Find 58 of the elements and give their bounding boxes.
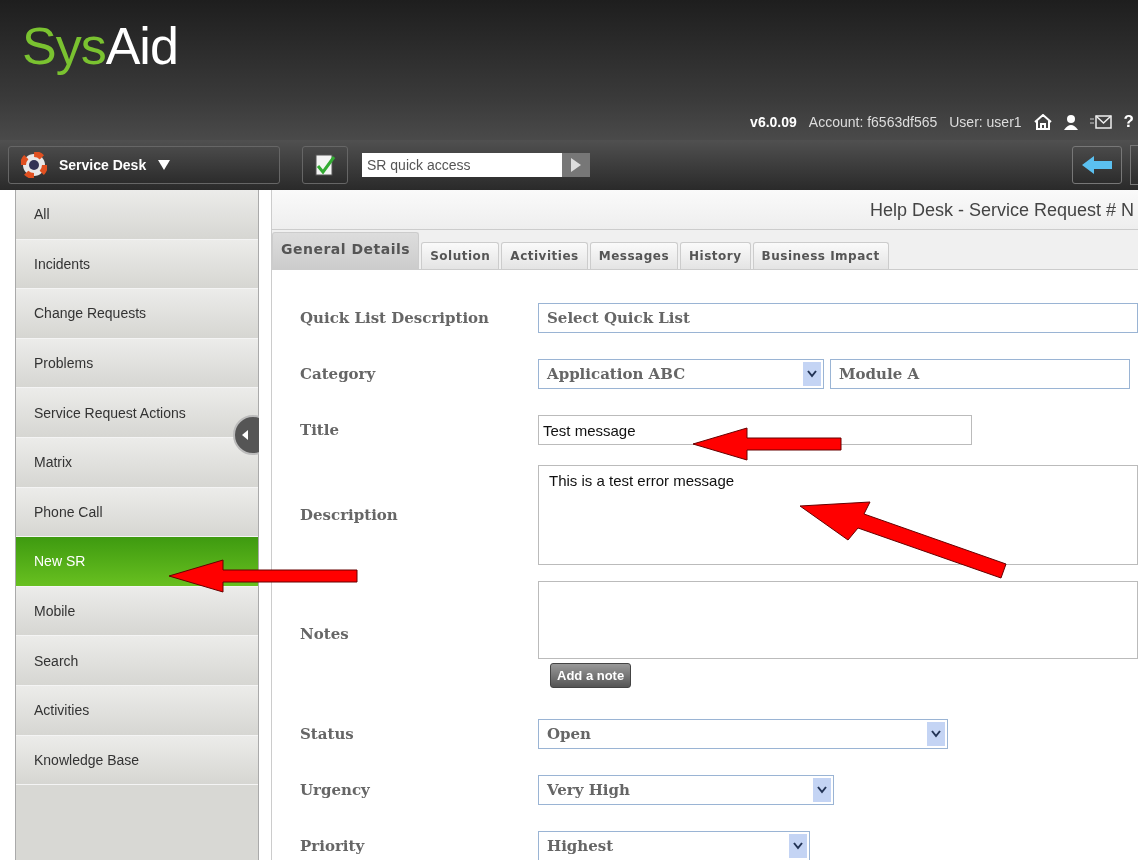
category-dropdown[interactable]: Application ABC — [538, 359, 824, 389]
go-button[interactable] — [562, 153, 590, 177]
field-label: Category — [300, 365, 377, 383]
logo: SysAid — [22, 16, 178, 76]
account-text: Account: f6563df565 — [808, 114, 938, 130]
home-icon[interactable] — [1033, 114, 1052, 130]
title-input[interactable]: Test message — [538, 415, 972, 445]
sidebar-item[interactable]: Activities — [16, 685, 258, 736]
sidebar-item[interactable]: Matrix — [16, 437, 258, 488]
module-menu-button[interactable]: Service Desk — [8, 146, 280, 184]
field-label: Title — [300, 421, 341, 439]
sidebar-item[interactable]: All — [16, 190, 258, 240]
quick-access-field[interactable]: SR quick access — [362, 153, 562, 177]
tab[interactable]: General Details — [272, 232, 420, 269]
back-arrow-icon — [1082, 156, 1112, 174]
field-label: Priority — [300, 837, 366, 855]
clipboard-button[interactable] — [302, 146, 348, 184]
mail-icon[interactable] — [1089, 115, 1112, 129]
field-label: Quick List Description — [300, 309, 491, 327]
subcategory-dropdown[interactable]: Module A — [830, 359, 1130, 389]
tab[interactable]: Solution — [421, 242, 500, 269]
clipboard-check-icon — [314, 153, 336, 177]
sidebar-item[interactable]: Service Request Actions — [16, 388, 258, 438]
dropdown[interactable]: Highest — [538, 831, 810, 860]
sidebar-item[interactable]: Knowledge Base — [16, 735, 258, 786]
tab[interactable]: Business Impact — [752, 242, 889, 269]
add-note-button[interactable]: Add a note — [550, 662, 632, 688]
chevron-icon — [803, 362, 821, 386]
field-label: Description — [300, 506, 399, 524]
sidebar-item[interactable]: Incidents — [16, 239, 258, 290]
sidebar-item[interactable]: Phone Call — [16, 487, 258, 538]
sidebar-item[interactable]: Search — [16, 636, 258, 686]
dropdown[interactable]: Very High — [538, 775, 834, 805]
help-link[interactable]: ? — [1123, 112, 1134, 132]
user-text: User: user1 — [949, 114, 1022, 130]
sidebar-item[interactable]: Mobile — [16, 586, 258, 637]
sidebar-item[interactable]: Problems — [16, 338, 258, 389]
dropdown[interactable]: Open — [538, 719, 948, 749]
collapse-handle[interactable] — [233, 415, 259, 455]
chevron-icon — [789, 834, 807, 858]
chevron-icon — [813, 778, 831, 802]
lifebuoy-icon — [21, 152, 47, 178]
field-label: Status — [300, 725, 355, 743]
tab[interactable]: History — [680, 242, 751, 269]
sidebar-item[interactable]: Change Requests — [16, 289, 258, 339]
user-icon[interactable] — [1063, 114, 1078, 130]
quick-list-field[interactable]: Select Quick List — [538, 303, 1138, 333]
caret-icon — [158, 160, 171, 170]
chevron-icon — [927, 722, 945, 746]
play-arrow-icon — [571, 158, 581, 172]
description-textarea[interactable]: This is a test error message — [538, 465, 1138, 565]
tab[interactable]: Messages — [589, 242, 679, 269]
field-label: Urgency — [300, 781, 371, 799]
page-title: Help Desk - Service Request # N — [272, 190, 1138, 230]
field-label: Notes — [300, 625, 350, 643]
version-text: v6.0.09 — [750, 114, 797, 130]
tab[interactable]: Activities — [501, 242, 588, 269]
back-button[interactable] — [1072, 146, 1122, 184]
